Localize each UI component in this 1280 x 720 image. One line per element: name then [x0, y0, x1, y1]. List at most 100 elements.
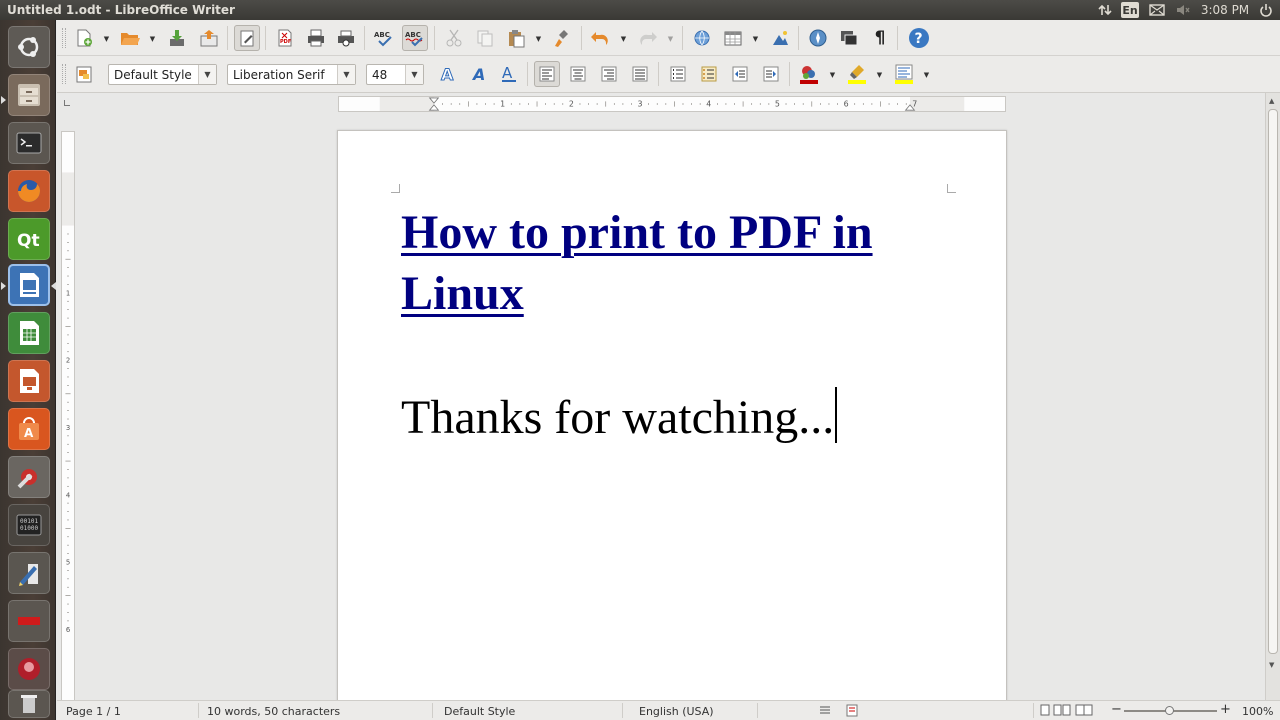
increase-indent-button[interactable]	[758, 61, 784, 87]
paragraph-style-combo[interactable]: Default Style ▼	[108, 64, 217, 85]
decrease-indent-button[interactable]	[727, 61, 753, 87]
copy-button[interactable]	[472, 25, 498, 51]
paste-button[interactable]	[503, 25, 529, 51]
single-page-view-icon[interactable]	[1040, 704, 1050, 719]
cut-button[interactable]	[441, 25, 467, 51]
document-heading[interactable]: How to print to PDF in Linux	[401, 202, 961, 324]
save-button[interactable]	[164, 25, 190, 51]
new-document-button[interactable]	[71, 25, 97, 51]
numbering-button[interactable]	[696, 61, 722, 87]
launcher-libreoffice-calc[interactable]	[8, 312, 50, 354]
page-indicator[interactable]: Page 1 / 1	[66, 705, 121, 718]
shadow-font-button[interactable]: A	[466, 61, 492, 87]
open-button[interactable]	[117, 25, 143, 51]
chevron-down-icon[interactable]: ▼	[198, 65, 216, 84]
gallery-button[interactable]	[836, 25, 862, 51]
launcher-qt-creator[interactable]: Qt	[8, 218, 50, 260]
language[interactable]: English (USA)	[639, 705, 714, 718]
justify-button[interactable]	[627, 61, 653, 87]
dash-button[interactable]	[8, 26, 50, 68]
document-modified-icon[interactable]	[846, 704, 858, 720]
edit-mode-button[interactable]	[234, 25, 260, 51]
volume-icon[interactable]	[1174, 2, 1192, 18]
scroll-up-arrow[interactable]: ▲	[1269, 97, 1274, 105]
zoom-slider[interactable]	[1124, 706, 1217, 715]
export-pdf-button[interactable]: PDF	[272, 25, 298, 51]
page-style[interactable]: Default Style	[444, 705, 515, 718]
vertical-ruler[interactable]: 1 2 3 4 5 6	[61, 131, 75, 700]
launcher-files[interactable]	[8, 74, 50, 116]
word-count[interactable]: 10 words, 50 characters	[207, 705, 340, 718]
keyboard-layout-indicator[interactable]: En	[1121, 2, 1139, 18]
insert-image-button[interactable]	[767, 25, 793, 51]
insert-table-dropdown[interactable]: ▼	[751, 34, 760, 44]
paste-dropdown[interactable]: ▼	[534, 34, 543, 44]
zoom-out-icon[interactable]: −	[1111, 702, 1122, 717]
help-button[interactable]: ?	[906, 25, 932, 51]
book-view-icon[interactable]	[1075, 704, 1093, 719]
svg-text:A: A	[471, 65, 485, 84]
power-icon[interactable]	[1257, 2, 1275, 18]
zoom-level[interactable]: 100%	[1242, 705, 1273, 718]
chevron-down-icon[interactable]: ▼	[405, 65, 423, 84]
launcher-terminal[interactable]	[8, 122, 50, 164]
clone-formatting-button[interactable]	[550, 25, 576, 51]
clock[interactable]: 3:08 PM	[1200, 2, 1250, 18]
pencil-paper-icon	[19, 564, 38, 586]
highlighting-button[interactable]	[844, 61, 870, 87]
hyperlink-button[interactable]	[689, 25, 715, 51]
new-document-icon	[77, 29, 92, 47]
insert-table-button[interactable]	[720, 25, 746, 51]
highlighting-dropdown[interactable]: ▼	[875, 70, 884, 80]
redo-dropdown[interactable]: ▼	[666, 34, 675, 44]
formatting-marks-button[interactable]: ¶	[867, 25, 893, 51]
navigator-button[interactable]	[805, 25, 831, 51]
send-email-button[interactable]	[196, 25, 222, 51]
document-body-text[interactable]: Thanks for watching...	[401, 387, 838, 447]
print-preview-button[interactable]	[333, 25, 359, 51]
launcher-firefox[interactable]	[8, 170, 50, 212]
launcher-system-settings[interactable]	[8, 456, 50, 498]
selection-mode-icon[interactable]	[819, 704, 831, 719]
bullets-button[interactable]	[665, 61, 691, 87]
scroll-down-arrow[interactable]: ▼	[1269, 661, 1274, 669]
chevron-down-icon[interactable]: ▼	[337, 65, 355, 84]
autospellcheck-button[interactable]: ABC	[402, 25, 428, 51]
undo-dropdown[interactable]: ▼	[619, 34, 628, 44]
align-left-button[interactable]	[534, 61, 560, 87]
zoom-slider-handle[interactable]	[1165, 706, 1174, 715]
launcher-software-center[interactable]: A	[8, 408, 50, 450]
background-color-button[interactable]	[891, 61, 917, 87]
underline-font-button[interactable]: A	[496, 61, 522, 87]
font-name-combo[interactable]: Liberation Serif ▼	[227, 64, 356, 85]
launcher-libreoffice-impress[interactable]	[8, 360, 50, 402]
outline-font-button[interactable]: A	[435, 61, 461, 87]
document-page[interactable]: How to print to PDF in Linux Thanks for …	[337, 130, 1007, 700]
redo-button[interactable]	[635, 25, 661, 51]
launcher-text-editor[interactable]	[8, 552, 50, 594]
launcher-red-circle-app[interactable]	[8, 648, 50, 690]
mail-icon[interactable]	[1147, 2, 1167, 18]
vertical-scrollbar[interactable]: ▲ ▼	[1265, 93, 1280, 700]
scrollbar-thumb[interactable]	[1268, 109, 1278, 654]
horizontal-ruler[interactable]: 1 2 3 4 5 6 7	[338, 96, 1006, 112]
font-color-button[interactable]	[796, 61, 822, 87]
multi-page-view-icon[interactable]	[1053, 704, 1071, 719]
launcher-trash[interactable]	[8, 690, 50, 718]
new-document-dropdown[interactable]: ▼	[102, 34, 111, 44]
undo-button[interactable]	[587, 25, 613, 51]
styles-button[interactable]	[71, 61, 97, 87]
print-button[interactable]	[303, 25, 329, 51]
font-size-combo[interactable]: 48 ▼	[366, 64, 424, 85]
align-right-button[interactable]	[596, 61, 622, 87]
launcher-red-app[interactable]	[8, 600, 50, 642]
zoom-in-icon[interactable]: +	[1220, 702, 1231, 717]
font-color-dropdown[interactable]: ▼	[828, 70, 837, 80]
align-center-button[interactable]	[565, 61, 591, 87]
network-icon[interactable]	[1096, 2, 1114, 18]
launcher-libreoffice-writer[interactable]	[8, 264, 50, 306]
spelling-button[interactable]: ABC	[371, 25, 397, 51]
background-color-dropdown[interactable]: ▼	[922, 70, 931, 80]
launcher-binary-clock[interactable]: 00101 01000	[8, 504, 50, 546]
open-dropdown[interactable]: ▼	[148, 34, 157, 44]
